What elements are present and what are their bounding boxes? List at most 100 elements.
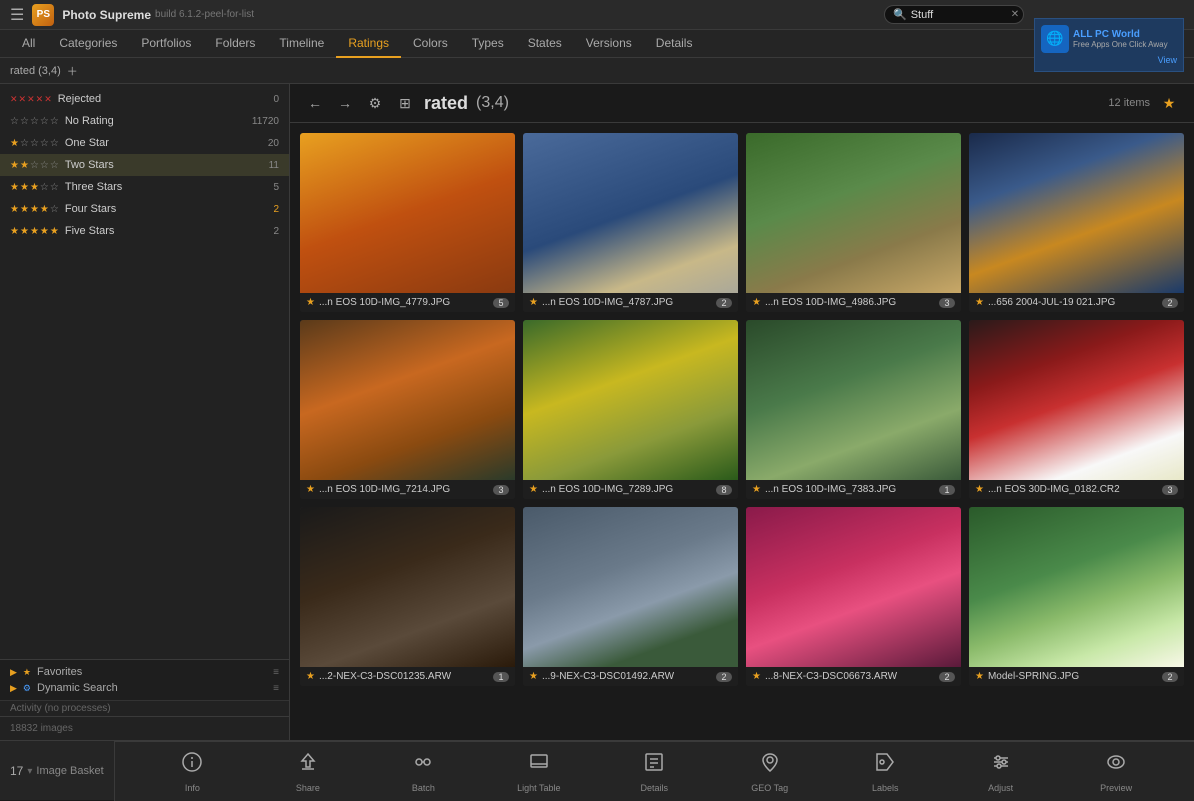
sidebar-item-no-rating[interactable]: ☆ ☆ ☆ ☆ ☆ No Rating 11720 bbox=[0, 110, 289, 132]
sidebar-item-four-stars[interactable]: ★ ★ ★ ★ ☆ Four Stars 2 bbox=[0, 198, 289, 220]
tab-ratings[interactable]: Ratings bbox=[336, 30, 401, 58]
tab-portfolios[interactable]: Portfolios bbox=[129, 30, 203, 58]
favorites-menu-icon[interactable]: ≡ bbox=[273, 667, 279, 678]
adjust-label: Adjust bbox=[988, 783, 1013, 793]
sidebar-count-two-stars: 11 bbox=[249, 160, 279, 171]
img-star-icon-1: ★ bbox=[306, 297, 315, 308]
tab-types[interactable]: Types bbox=[460, 30, 516, 58]
sidebar-label-three-stars: Three Stars bbox=[65, 181, 249, 193]
add-filter-icon[interactable]: ＋ bbox=[67, 63, 78, 79]
tab-folders[interactable]: Folders bbox=[203, 30, 267, 58]
tab-colors[interactable]: Colors bbox=[401, 30, 460, 58]
img-star-icon-10: ★ bbox=[529, 671, 538, 682]
hamburger-icon[interactable]: ☰ bbox=[10, 5, 24, 25]
image-card-10[interactable]: ★ ...9-NEX-C3-DSC01492.ARW 2 bbox=[523, 507, 738, 686]
dynamic-search-item[interactable]: ▶ ⚙ Dynamic Search ≡ bbox=[10, 680, 279, 696]
light-table-tool[interactable]: Light Table bbox=[509, 751, 569, 793]
favorites-section: ▶ ★ Favorites ≡ ▶ ⚙ Dynamic Search ≡ bbox=[0, 659, 289, 700]
batch-tool[interactable]: Batch bbox=[393, 751, 453, 793]
image-card-11[interactable]: ★ ...8-NEX-C3-DSC06673.ARW 2 bbox=[746, 507, 961, 686]
tab-versions[interactable]: Versions bbox=[574, 30, 644, 58]
sub-bar: rated (3,4) ＋ bbox=[0, 58, 1194, 84]
image-label-7: ★ ...n EOS 10D-IMG_7383.JPG 1 bbox=[746, 480, 961, 499]
tab-categories[interactable]: Categories bbox=[47, 30, 129, 58]
ad-view-button[interactable]: View bbox=[1041, 55, 1177, 65]
tab-states[interactable]: States bbox=[516, 30, 574, 58]
reject-icon-4: ✕ bbox=[36, 94, 44, 105]
favorites-item[interactable]: ▶ ★ Favorites ≡ bbox=[10, 664, 279, 680]
empty-star-3: ☆ bbox=[30, 116, 39, 127]
back-button[interactable]: ← bbox=[304, 92, 326, 114]
img-count-8: 3 bbox=[1162, 485, 1178, 495]
favorite-toggle-button[interactable]: ★ bbox=[1158, 92, 1180, 114]
image-card-8[interactable]: ★ ...n EOS 30D-IMG_0182.CR2 3 bbox=[969, 320, 1184, 499]
ad-logo-icon: 🌐 bbox=[1041, 25, 1069, 53]
bottom-toolbar: Info Share Batch Light Table Details bbox=[115, 741, 1194, 801]
img-name-3: ...n EOS 10D-IMG_4986.JPG bbox=[765, 297, 935, 308]
sidebar-item-rejected[interactable]: ✕ ✕ ✕ ✕ ✕ Rejected 0 bbox=[0, 88, 289, 110]
three-star-f1: ★ bbox=[10, 182, 19, 193]
tab-details[interactable]: Details bbox=[644, 30, 705, 58]
image-thumb-1 bbox=[300, 133, 515, 293]
image-card-6[interactable]: ★ ...n EOS 10D-IMG_7289.JPG 8 bbox=[523, 320, 738, 499]
nav-tabs: All Categories Portfolios Folders Timeli… bbox=[0, 30, 1194, 58]
basket-dropdown-icon[interactable]: ▾ bbox=[27, 766, 32, 777]
image-card-3[interactable]: ★ ...n EOS 10D-IMG_4986.JPG 3 bbox=[746, 133, 961, 312]
reject-icon-1: ✕ bbox=[10, 94, 18, 105]
top-bar: ☰ PS Photo Supreme build 6.1.2-peel-for-… bbox=[0, 0, 1194, 30]
clear-search-button[interactable]: ✕ bbox=[1011, 9, 1019, 20]
play-icon: ▶ bbox=[10, 667, 17, 678]
image-thumb-12 bbox=[969, 507, 1184, 667]
image-card-7[interactable]: ★ ...n EOS 10D-IMG_7383.JPG 1 bbox=[746, 320, 961, 499]
ad-banner: 🌐 ALL PC World Free Apps One Click Away … bbox=[1034, 18, 1184, 72]
image-card-1[interactable]: ★ ...n EOS 10D-IMG_4779.JPG 5 bbox=[300, 133, 515, 312]
sidebar-item-two-stars[interactable]: ★ ★ ☆ ☆ ☆ Two Stars 11 bbox=[0, 154, 289, 176]
reject-icon-2: ✕ bbox=[19, 94, 27, 105]
no-rating-stars: ☆ ☆ ☆ ☆ ☆ bbox=[10, 116, 59, 127]
sidebar-item-one-star[interactable]: ★ ☆ ☆ ☆ ☆ One Star 20 bbox=[0, 132, 289, 154]
info-tool[interactable]: Info bbox=[162, 751, 222, 793]
batch-label: Batch bbox=[412, 783, 435, 793]
dynamic-search-menu-icon[interactable]: ≡ bbox=[273, 683, 279, 694]
details-label: Details bbox=[641, 783, 669, 793]
sidebar-count-one-star: 20 bbox=[249, 138, 279, 149]
sidebar-count-three-stars: 5 bbox=[249, 182, 279, 193]
image-card-9[interactable]: ★ ...2-NEX-C3-DSC01235.ARW 1 bbox=[300, 507, 515, 686]
star-empty-4: ☆ bbox=[40, 138, 49, 149]
image-label-3: ★ ...n EOS 10D-IMG_4986.JPG 3 bbox=[746, 293, 961, 312]
share-tool[interactable]: Share bbox=[278, 751, 338, 793]
sidebar-list: ✕ ✕ ✕ ✕ ✕ Rejected 0 ☆ ☆ ☆ ☆ ☆ No Rat bbox=[0, 84, 289, 376]
image-card-4[interactable]: ★ ...656 2004-JUL-19 021.JPG 2 bbox=[969, 133, 1184, 312]
img-count-2: 2 bbox=[716, 298, 732, 308]
labels-tool[interactable]: Labels bbox=[855, 751, 915, 793]
forward-button[interactable]: → bbox=[334, 92, 356, 114]
rejected-stars: ✕ ✕ ✕ ✕ ✕ bbox=[10, 94, 52, 105]
sidebar-count-four-stars: 2 bbox=[249, 204, 279, 215]
details-tool[interactable]: Details bbox=[624, 751, 684, 793]
empty-star-4: ☆ bbox=[40, 116, 49, 127]
image-card-5[interactable]: ★ ...n EOS 10D-IMG_7214.JPG 3 bbox=[300, 320, 515, 499]
image-thumb-10 bbox=[523, 507, 738, 667]
image-thumb-6 bbox=[523, 320, 738, 480]
geo-tag-tool[interactable]: GEO Tag bbox=[740, 751, 800, 793]
tab-all[interactable]: All bbox=[10, 30, 47, 58]
preview-tool[interactable]: Preview bbox=[1086, 751, 1146, 793]
filter-button[interactable]: ⚙ bbox=[364, 92, 386, 114]
img-star-icon-9: ★ bbox=[306, 671, 315, 682]
share-icon bbox=[297, 751, 319, 779]
batch-icon bbox=[412, 751, 434, 779]
sidebar-item-five-stars[interactable]: ★ ★ ★ ★ ★ Five Stars 2 bbox=[0, 220, 289, 242]
search-box: 🔍 ✕ bbox=[884, 5, 1024, 24]
image-label-9: ★ ...2-NEX-C3-DSC01235.ARW 1 bbox=[300, 667, 515, 686]
image-card-2[interactable]: ★ ...n EOS 10D-IMG_4787.JPG 2 bbox=[523, 133, 738, 312]
search-input[interactable] bbox=[911, 9, 1011, 21]
image-card-12[interactable]: ★ Model-SPRING.JPG 2 bbox=[969, 507, 1184, 686]
three-star-e5: ☆ bbox=[50, 182, 59, 193]
image-thumb-5 bbox=[300, 320, 515, 480]
adjust-tool[interactable]: Adjust bbox=[971, 751, 1031, 793]
sidebar-count-rejected: 0 bbox=[249, 94, 279, 105]
app-title: Photo Supreme bbox=[62, 8, 151, 22]
stack-button[interactable]: ⊞ bbox=[394, 92, 416, 114]
tab-timeline[interactable]: Timeline bbox=[267, 30, 336, 58]
sidebar-item-three-stars[interactable]: ★ ★ ★ ☆ ☆ Three Stars 5 bbox=[0, 176, 289, 198]
